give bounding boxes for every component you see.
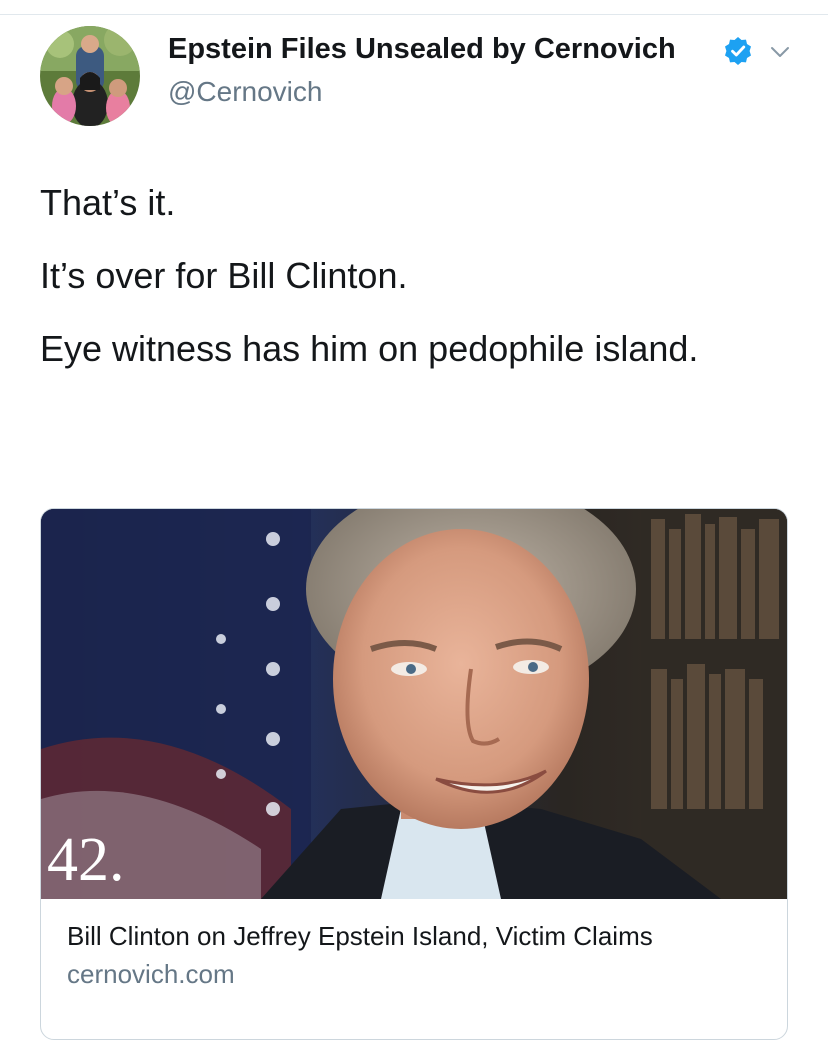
tweet-text: That’s it. It’s over for Bill Clinton. E… [40,180,800,399]
tweet-line: Eye witness has him on pedophile island. [40,328,699,369]
display-name[interactable]: Epstein Files Unsealed by Cernovich [168,33,676,66]
chevron-down-icon[interactable] [768,40,792,64]
verified-badge-icon [723,36,753,66]
photo-number-overlay: 42. [47,826,125,894]
card-title[interactable]: Bill Clinton on Jeffrey Epstein Island, … [67,919,757,953]
top-divider [0,14,828,15]
card-text: Bill Clinton on Jeffrey Epstein Island, … [67,919,757,990]
user-handle[interactable]: @Cernovich [168,76,322,108]
card-domain: cernovich.com [67,959,235,989]
link-preview-card[interactable]: 42. Bill Clinton on Jeffrey Epstein Isla… [40,508,788,1040]
avatar[interactable] [40,26,140,126]
tweet-line: That’s it. [40,182,176,223]
card-image[interactable]: 42. [41,509,787,899]
tweet-line: It’s over for Bill Clinton. [40,255,408,296]
tweet-header: Epstein Files Unsealed by Cernovich @Cer… [40,26,800,126]
